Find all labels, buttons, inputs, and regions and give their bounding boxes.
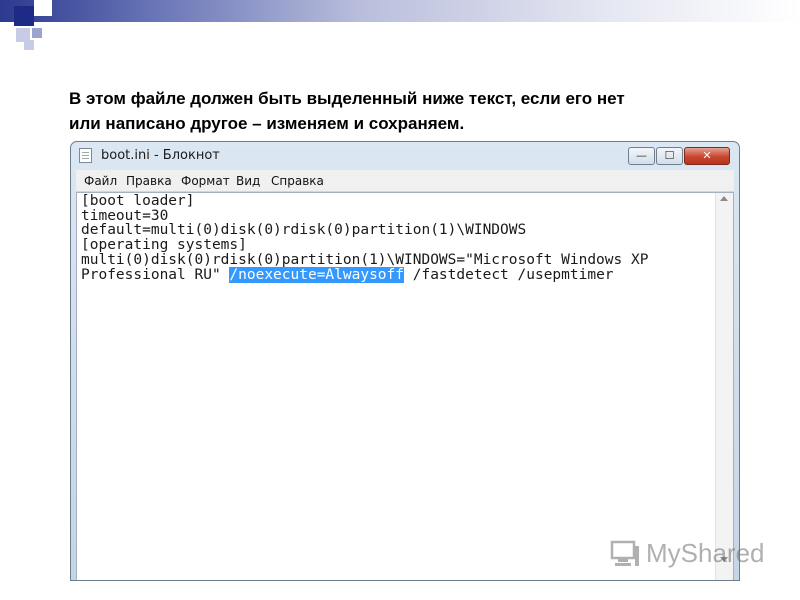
editor-content[interactable]: [boot loader] timeout=30 default=multi(0)d… xyxy=(81,193,711,283)
menu-help[interactable]: Справка xyxy=(271,174,324,188)
menu-edit[interactable]: Правка xyxy=(126,174,172,188)
menu-file[interactable]: Файл xyxy=(84,174,117,188)
line-text: Professional RU" xyxy=(81,266,230,283)
line-text: /fastdetect /usepmtimer xyxy=(404,266,614,283)
watermark-logo-icon xyxy=(610,540,639,566)
menu-bar: Файл Правка Формат Вид Справка xyxy=(76,170,734,192)
title-bar[interactable]: boot.ini - Блокнот — ☐ ✕ xyxy=(71,142,739,170)
deco-square xyxy=(32,28,42,38)
deco-square xyxy=(34,0,52,16)
deco-square xyxy=(0,26,14,40)
editor-line: multi(0)disk(0)rdisk(0)partition(1)\WIND… xyxy=(81,251,649,268)
vertical-scrollbar[interactable] xyxy=(715,193,733,580)
editor-line: timeout=30 xyxy=(81,207,169,224)
watermark-text: MyShared xyxy=(646,538,765,568)
slide-top-bar xyxy=(0,0,800,22)
editor-line: [operating systems] xyxy=(81,237,247,254)
editor-line: Professional RU" /noexecute=Alwaysoff /f… xyxy=(81,266,711,283)
menu-format[interactable]: Формат xyxy=(181,174,230,188)
selected-text[interactable]: /noexecute=Alwaysoff xyxy=(229,266,405,283)
instruction-line-1: В этом файле должен быть выделенный ниже… xyxy=(69,89,625,108)
deco-square xyxy=(24,40,34,50)
editor-line: [boot loader] xyxy=(81,193,195,209)
deco-square xyxy=(14,6,34,26)
notepad-icon xyxy=(79,148,92,163)
minimize-button[interactable]: — xyxy=(628,147,655,165)
scroll-up-icon[interactable] xyxy=(720,196,728,201)
window-title: boot.ini - Блокнот xyxy=(101,148,220,163)
menu-view[interactable]: Вид xyxy=(236,174,260,188)
text-editor[interactable]: [boot loader] timeout=30 default=multi(0)d… xyxy=(76,192,734,580)
maximize-button[interactable]: ☐ xyxy=(656,147,683,165)
slide-instruction: В этом файле должен быть выделенный ниже… xyxy=(69,86,769,136)
notepad-window: boot.ini - Блокнот — ☐ ✕ Файл Правка Фор… xyxy=(70,141,740,581)
instruction-line-2: или написано другое – изменяем и сохраня… xyxy=(69,114,465,133)
close-button[interactable]: ✕ xyxy=(684,147,730,165)
editor-line: default=multi(0)disk(0)rdisk(0)partition… xyxy=(81,222,527,239)
